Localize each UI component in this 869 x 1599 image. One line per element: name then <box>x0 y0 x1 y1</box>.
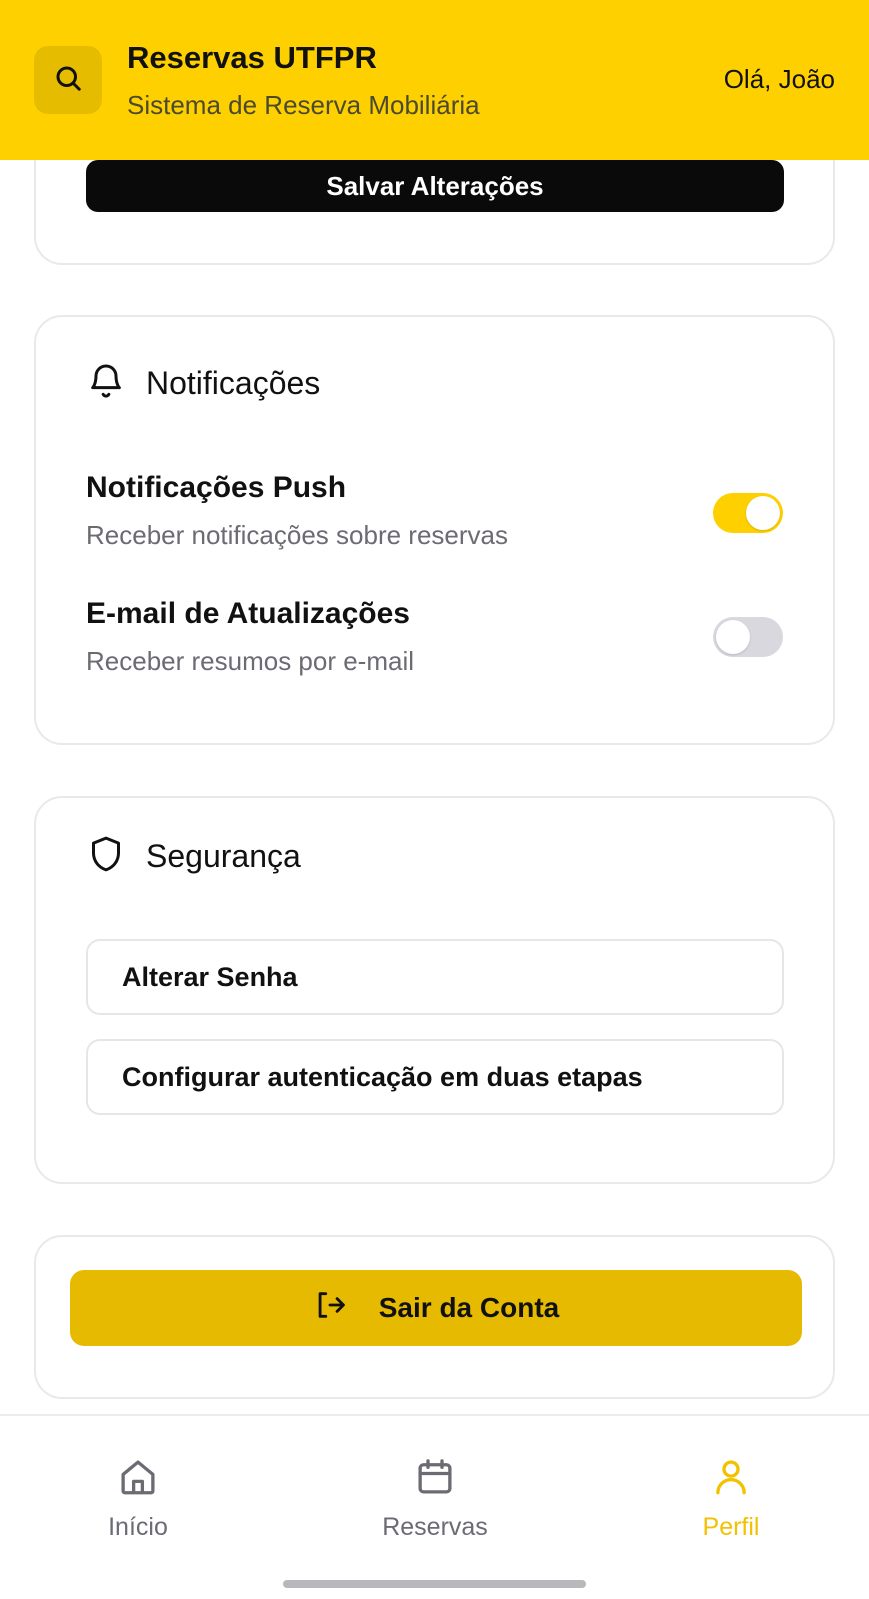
home-icon <box>117 1456 159 1503</box>
save-changes-button[interactable]: Salvar Alterações <box>86 160 784 212</box>
nav-label-perfil: Perfil <box>702 1513 760 1541</box>
logout-card: Sair da Conta <box>34 1235 835 1399</box>
app-title: Reservas UTFPR <box>127 40 377 75</box>
bottom-navigation: Início Reservas Perfil <box>0 1414 869 1599</box>
email-updates-title: E-mail de Atualizações <box>86 597 410 630</box>
search-icon <box>53 63 83 98</box>
shield-icon <box>86 834 126 879</box>
notifications-card: Notificações Notificações Push Receber n… <box>34 315 835 745</box>
nav-label-reservas: Reservas <box>382 1513 488 1541</box>
push-notifications-description: Receber notificações sobre reservas <box>86 520 508 550</box>
security-heading: Segurança <box>86 834 301 879</box>
two-factor-setup-button[interactable]: Configurar autenticação em duas etapas <box>86 1039 784 1115</box>
nav-item-reservas[interactable]: Reservas <box>355 1456 515 1542</box>
toggle-knob <box>716 620 750 654</box>
security-heading-label: Segurança <box>146 838 301 874</box>
push-notifications-toggle[interactable] <box>713 493 783 533</box>
security-card: Segurança Alterar Senha Configurar auten… <box>34 796 835 1184</box>
nav-item-inicio[interactable]: Início <box>58 1456 218 1542</box>
toggle-knob <box>746 496 780 530</box>
nav-label-inicio: Início <box>108 1513 168 1541</box>
logout-icon <box>313 1288 347 1329</box>
user-greeting: Olá, João <box>723 64 835 94</box>
push-notifications-title: Notificações Push <box>86 471 347 504</box>
user-icon <box>710 1456 752 1503</box>
nav-item-perfil[interactable]: Perfil <box>651 1456 811 1542</box>
calendar-icon <box>414 1456 456 1503</box>
logout-button[interactable]: Sair da Conta <box>70 1270 802 1346</box>
bell-icon <box>86 361 126 406</box>
notifications-heading: Notificações <box>86 361 320 406</box>
logout-label: Sair da Conta <box>378 1292 560 1323</box>
change-password-button[interactable]: Alterar Senha <box>86 939 784 1015</box>
email-updates-description: Receber resumos por e-mail <box>86 646 415 676</box>
search-button[interactable] <box>34 46 102 114</box>
email-updates-toggle[interactable] <box>713 617 783 657</box>
notifications-heading-label: Notificações <box>146 365 321 401</box>
app-header: Reservas UTFPR Sistema de Reserva Mobili… <box>0 0 869 160</box>
app-subtitle: Sistema de Reserva Mobiliária <box>127 90 480 120</box>
home-indicator <box>283 1580 586 1588</box>
